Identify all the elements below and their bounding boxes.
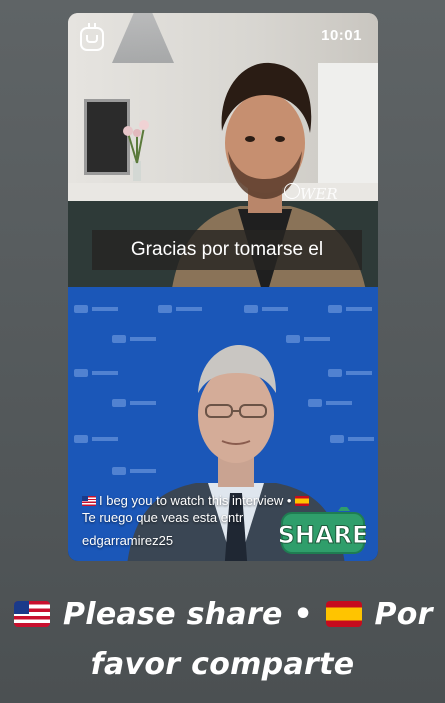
story-text-part2: Por [374, 597, 433, 632]
top-video-frame[interactable]: 10:01 WER Gracias por tomarse el [68, 13, 378, 287]
subtitle-spanish: Gracias por tomarse el [92, 230, 362, 270]
story-text-part1: Please share • [63, 597, 313, 632]
flower-vase [123, 120, 149, 181]
caption-english-text: I beg you to watch this interview • [99, 493, 292, 508]
bottom-video-frame[interactable]: I beg you to watch this interview • Te r… [68, 287, 378, 561]
story-text-line1: Please share • Por [0, 590, 445, 640]
us-flag-icon [14, 601, 51, 627]
story-overlay-text: Please share • Por favor comparte [0, 590, 445, 690]
share-sticker-label: SHARE [280, 521, 366, 549]
spain-flag-icon [295, 496, 310, 506]
share-sticker-icon[interactable]: SHARE [280, 507, 366, 555]
spain-flag-icon [325, 601, 362, 627]
watermark-logo-icon [284, 183, 300, 199]
story-text-part3: favor comparte [90, 647, 355, 682]
instagram-app-icon[interactable] [80, 23, 104, 51]
us-flag-icon [82, 496, 96, 506]
status-time: 10:01 [321, 27, 362, 44]
story-card[interactable]: 10:01 WER Gracias por tomarse el I beg y… [68, 13, 378, 561]
watermark-text: WER [300, 185, 338, 203]
